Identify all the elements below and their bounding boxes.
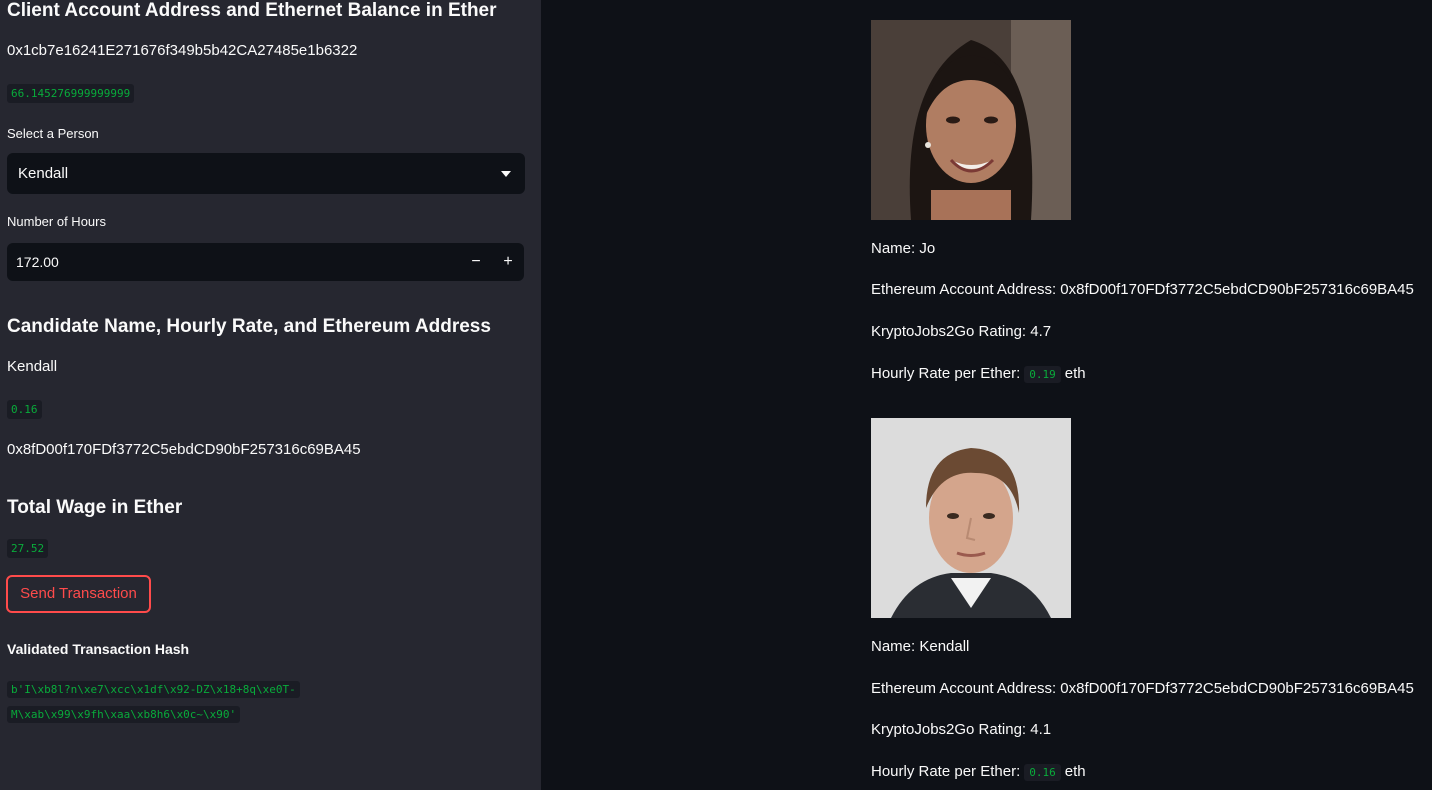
candidate-rating-kendall: KryptoJobs2Go Rating: 4.1 [871, 721, 1052, 738]
hash-heading: Validated Transaction Hash [7, 641, 190, 657]
hash-line-2: M\xab\x99\x9fh\xaa\xb8h6\x0c~\x90' [7, 706, 241, 723]
candidate-rate-kendall: Hourly Rate per Ether: 0.16 eth [871, 763, 1086, 781]
person-select[interactable]: Kendall [7, 153, 525, 194]
candidate-photo-jo [871, 20, 1071, 220]
candidate-name: Kendall [7, 358, 58, 375]
hours-label: Number of Hours [7, 214, 106, 229]
client-address: 0x1cb7e16241E271676f349b5b42CA27485e1b63… [7, 42, 358, 59]
sidebar: Client Account Address and Ethernet Bala… [0, 0, 541, 790]
candidate-heading: Candidate Name, Hourly Rate, and Ethereu… [7, 316, 491, 337]
send-transaction-button[interactable]: Send Transaction [6, 575, 151, 613]
candidate-name-jo: Name: Jo [871, 240, 936, 257]
hash-line-1: b'I\xb8l?n\xe7\xcc\x1df\x92-DZ\x18+8q\xe… [7, 681, 300, 698]
candidate-rate: 0.16 [7, 400, 42, 419]
rate-suffix: eth [1064, 763, 1086, 780]
client-heading: Client Account Address and Ethernet Bala… [7, 0, 497, 21]
wage-heading: Total Wage in Ether [7, 497, 183, 518]
transaction-hash: b'I\xb8l?n\xe7\xcc\x1df\x92-DZ\x18+8q\xe… [7, 677, 300, 727]
candidate-address-kendall: Ethereum Account Address: 0x8fD00f170FDf… [871, 680, 1414, 697]
rate-value: 0.16 [1024, 764, 1061, 781]
rate-prefix: Hourly Rate per Ether: [871, 365, 1021, 382]
select-person-label: Select a Person [7, 126, 99, 141]
rate-suffix: eth [1064, 365, 1086, 382]
candidate-name-kendall: Name: Kendall [871, 638, 970, 655]
increment-button[interactable]: + [495, 249, 521, 275]
rate-prefix: Hourly Rate per Ether: [871, 763, 1021, 780]
candidate-photo-kendall [871, 418, 1071, 618]
hours-stepper[interactable]: 172.00 − + [7, 243, 524, 281]
wage-value: 27.52 [7, 539, 49, 558]
candidate-address-jo: Ethereum Account Address: 0x8fD00f170FDf… [871, 281, 1414, 298]
decrement-button[interactable]: − [463, 249, 489, 275]
candidate-rate-jo: Hourly Rate per Ether: 0.19 eth [871, 365, 1086, 383]
hours-input[interactable]: 172.00 [16, 254, 59, 270]
main-content: Name: Jo Ethereum Account Address: 0x8fD… [541, 0, 1432, 790]
candidate-address: 0x8fD00f170FDf3772C5ebdCD90bF257316c69BA… [7, 441, 361, 458]
client-balance: 66.145276999999999 [7, 84, 135, 103]
person-select-value: Kendall [18, 165, 69, 182]
candidate-rating-jo: KryptoJobs2Go Rating: 4.7 [871, 323, 1052, 340]
rate-value: 0.19 [1024, 366, 1061, 383]
caret-down-icon[interactable] [501, 171, 511, 177]
